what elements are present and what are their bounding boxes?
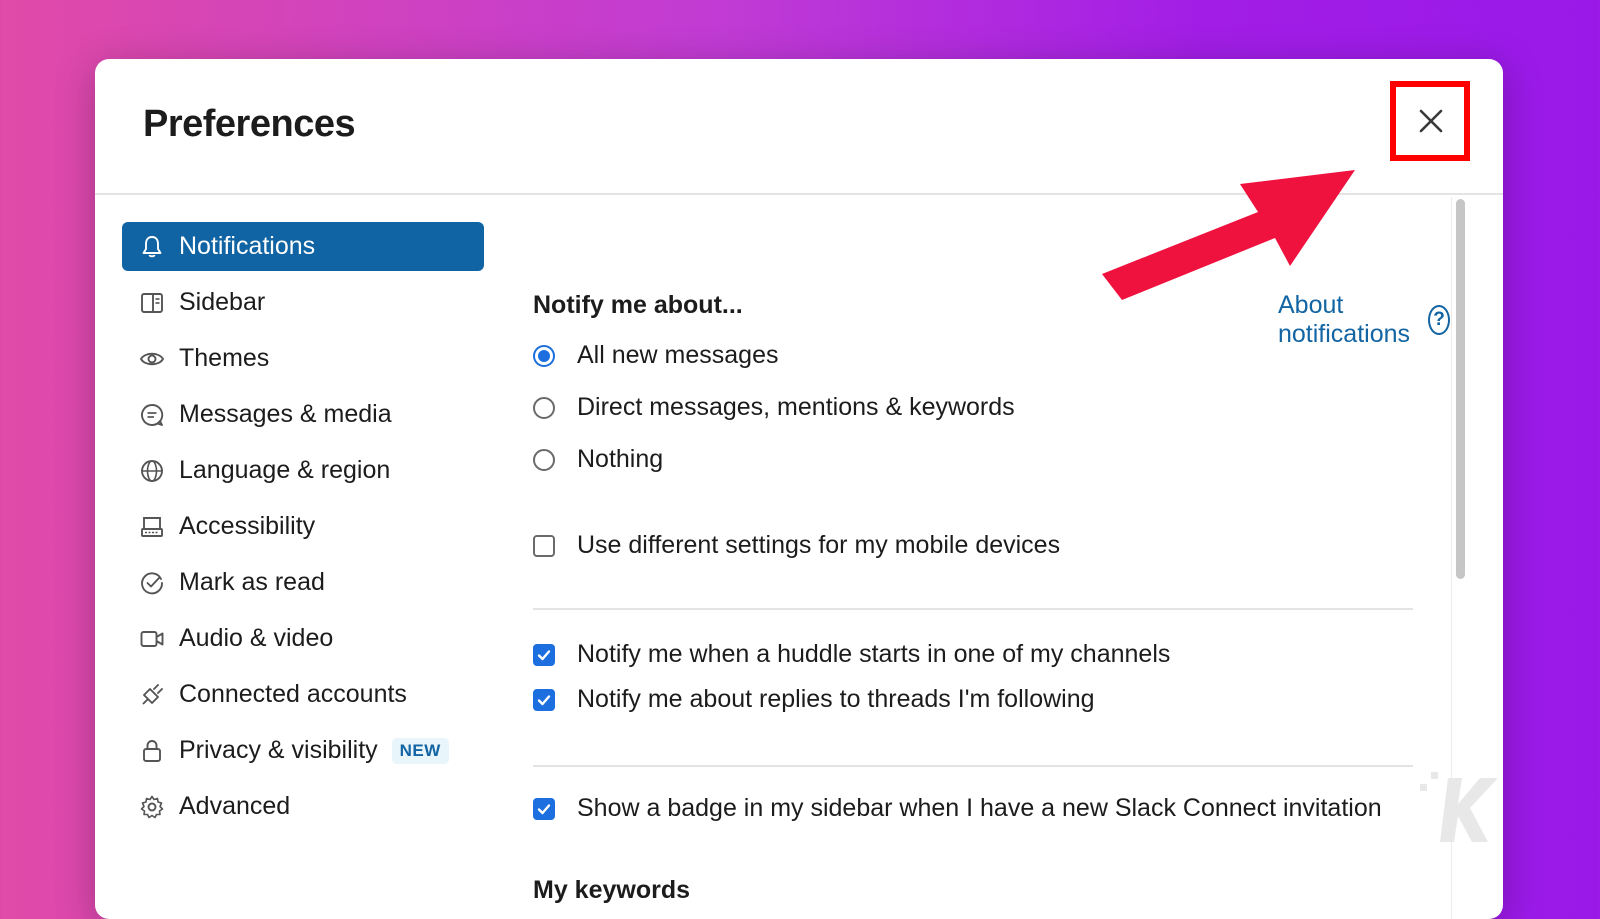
radio-label: Nothing (577, 445, 664, 473)
close-icon (1419, 109, 1443, 133)
mobile-settings-checkbox[interactable]: Use different settings for my mobile dev… (533, 531, 1060, 560)
preferences-modal: Preferences Notifications Sidebar Themes (95, 59, 1503, 919)
radio-button[interactable] (533, 344, 555, 367)
nav-label-messages-media: Messages & media (179, 400, 392, 428)
nav-label-privacy-visibility: Privacy & visibility (179, 736, 378, 764)
nav-item-mark-as-read[interactable]: Mark as read (122, 558, 484, 607)
nav-item-notifications[interactable]: Notifications (122, 222, 484, 271)
bell-icon (139, 234, 165, 260)
gear-icon (139, 794, 165, 820)
nav-label-advanced: Advanced (179, 792, 291, 820)
modal-header: Preferences (95, 59, 1503, 195)
checkbox[interactable] (533, 797, 555, 820)
nav-item-accessibility[interactable]: Accessibility (122, 502, 484, 551)
divider (533, 608, 1413, 610)
nav-label-themes: Themes (179, 344, 270, 372)
radio-button[interactable] (533, 448, 555, 471)
checkbox[interactable] (533, 688, 555, 711)
globe-icon (139, 458, 165, 484)
checkbox[interactable] (533, 534, 555, 557)
huddle-notify-checkbox[interactable]: Notify me when a huddle starts in one of… (533, 640, 1170, 669)
divider (533, 765, 1413, 767)
radio-button[interactable] (533, 396, 555, 419)
nav-item-themes[interactable]: Themes (122, 334, 484, 383)
eye-icon (139, 346, 165, 372)
nav-label-language-region: Language & region (179, 456, 391, 484)
nav-item-privacy-visibility[interactable]: Privacy & visibility NEW (122, 726, 484, 775)
nav-item-advanced[interactable]: Advanced (122, 782, 484, 831)
checkmark-icon (537, 803, 551, 814)
nav-item-audio-video[interactable]: Audio & video (122, 614, 484, 663)
nav-item-messages-media[interactable]: Messages & media (122, 390, 484, 439)
nav-item-connected-accounts[interactable]: Connected accounts (122, 670, 484, 719)
nav-label-notifications: Notifications (179, 232, 316, 260)
keyboard-icon (139, 514, 165, 540)
check-circle-icon (139, 570, 165, 596)
video-icon (139, 626, 165, 652)
nav-item-language-region[interactable]: Language & region (122, 446, 484, 495)
new-badge: NEW (391, 737, 449, 764)
nav-label-mark-as-read: Mark as read (179, 568, 325, 596)
radio-label: All new messages (577, 341, 779, 369)
checkmark-icon (537, 649, 551, 660)
threads-notify-checkbox[interactable]: Notify me about replies to threads I'm f… (533, 685, 1095, 714)
radio-nothing[interactable]: Nothing (533, 445, 663, 474)
checkbox-label: Notify me when a huddle starts in one of… (577, 640, 1171, 668)
checkbox-label: Notify me about replies to threads I'm f… (577, 685, 1095, 713)
radio-direct-messages[interactable]: Direct messages, mentions & keywords (533, 393, 1015, 422)
nav-label-connected-accounts: Connected accounts (179, 680, 407, 708)
preferences-nav: Notifications Sidebar Themes Messages & … (122, 222, 484, 838)
plug-icon (139, 682, 165, 708)
nav-item-sidebar[interactable]: Sidebar (122, 278, 484, 327)
checkbox-label: Show a badge in my sidebar when I have a… (577, 794, 1382, 822)
nav-label-sidebar: Sidebar (179, 288, 266, 316)
nav-label-audio-video: Audio & video (179, 624, 334, 652)
about-notifications-label: About notifications (1278, 291, 1411, 348)
close-button[interactable] (1407, 97, 1455, 145)
lock-icon (139, 738, 165, 764)
sidebar-icon (139, 290, 165, 316)
about-notifications-link[interactable]: About notifications ? (1278, 291, 1451, 349)
keywords-heading: My keywords (533, 876, 691, 904)
modal-title: Preferences (143, 103, 356, 145)
checkbox-label: Use different settings for my mobile dev… (577, 531, 1061, 559)
scroll-thumb[interactable] (1456, 199, 1465, 579)
watermark-logo-icon (1420, 772, 1498, 842)
radio-all-new-messages[interactable]: All new messages (533, 341, 778, 370)
radio-label: Direct messages, mentions & keywords (577, 393, 1015, 421)
help-icon: ? (1428, 305, 1451, 335)
checkbox[interactable] (533, 643, 555, 666)
slack-connect-badge-checkbox[interactable]: Show a badge in my sidebar when I have a… (533, 794, 1382, 823)
message-icon (139, 402, 165, 428)
nav-label-accessibility: Accessibility (179, 512, 316, 540)
checkmark-icon (537, 694, 551, 705)
notify-heading: Notify me about... (533, 291, 743, 319)
